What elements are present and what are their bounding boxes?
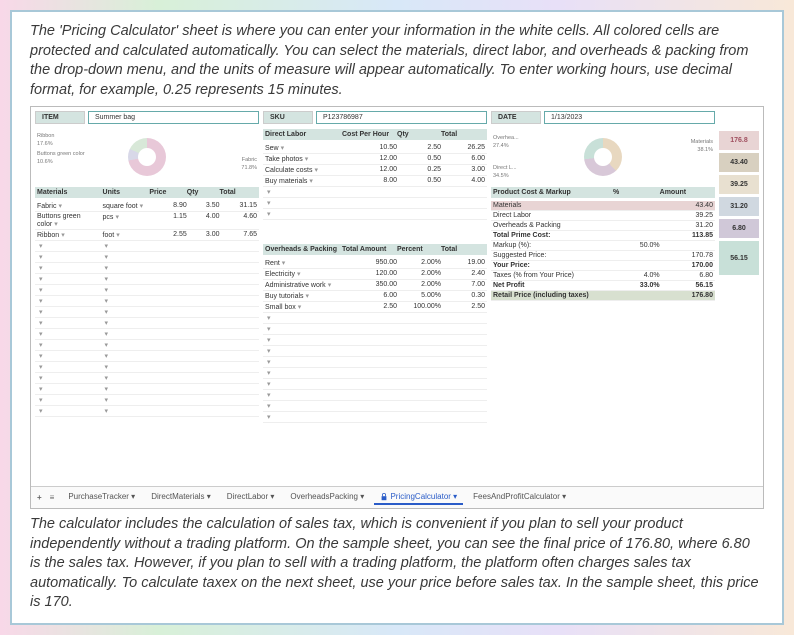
- table-row: Retail Price (including taxes)176.80: [491, 291, 715, 301]
- table-row: Net Profit33.0%56.15: [491, 281, 715, 291]
- sku-input[interactable]: P123786987: [316, 111, 487, 124]
- all-sheets-button[interactable]: ≡: [50, 493, 55, 502]
- table-row[interactable]: Administrative work350.002.00%7.00: [263, 280, 487, 291]
- markup-rows: Materials43.40Direct Labor39.25Overheads…: [491, 201, 715, 301]
- sheet-tabs: + ≡ PurchaseTracker ▾ DirectMaterials ▾ Di…: [31, 486, 763, 508]
- table-row: Your Price:170.00: [491, 261, 715, 271]
- side-labor: 39.25: [719, 175, 759, 194]
- materials-donut-chart: Ribbon 17.6% Buttons green color 10.6% F…: [35, 129, 259, 184]
- table-row: Overheads & Packing31.20: [491, 221, 715, 231]
- table-row[interactable]: Ribbonfoot2.553.007.65: [35, 230, 259, 241]
- table-row: Materials43.40: [491, 201, 715, 211]
- table-row[interactable]: Small box2.50100.00%2.50: [263, 302, 487, 313]
- lock-icon: [380, 493, 388, 501]
- materials-header: Materials Units Price Qty Total: [35, 187, 259, 198]
- table-row[interactable]: Electricity120.002.00%2.40: [263, 269, 487, 280]
- table-row[interactable]: Rent950.002.00%19.00: [263, 258, 487, 269]
- spreadsheet-screenshot: ITEM Summer bag Ribbon 17.6% Buttons gre…: [30, 106, 764, 509]
- table-row: Total Prime Cost:113.85: [491, 231, 715, 241]
- table-row: Direct Labor39.25: [491, 211, 715, 221]
- table-row[interactable]: Fabricsquare foot8.903.5031.15: [35, 201, 259, 212]
- cost-donut-chart: Overhea... 27.4% Materials 38.1% Direct …: [491, 129, 715, 184]
- col-labor-overheads: SKU P123786987 Direct Labor Cost Per Hou…: [263, 111, 487, 482]
- side-total: 176.8: [719, 131, 759, 150]
- tab-directmaterials[interactable]: DirectMaterials ▾: [145, 490, 217, 505]
- document-frame: The 'Pricing Calculator' sheet is where …: [10, 10, 784, 625]
- table-row[interactable]: Buy materials8.000.504.00: [263, 176, 487, 187]
- table-row: Markup (%):50.0%: [491, 241, 715, 251]
- tab-overheadspacking[interactable]: OverheadsPacking ▾: [284, 490, 370, 505]
- labor-rows: Sew10.502.5026.25Take photos12.000.506.0…: [263, 143, 487, 220]
- date-input[interactable]: 1/13/2023: [544, 111, 715, 124]
- table-row[interactable]: Sew10.502.5026.25: [263, 143, 487, 154]
- table-row[interactable]: Take photos12.000.506.00: [263, 154, 487, 165]
- tab-directlabor[interactable]: DirectLabor ▾: [221, 490, 281, 505]
- item-input[interactable]: Summer bag: [88, 111, 259, 124]
- date-label: DATE: [491, 111, 541, 124]
- markup-header: Product Cost & Markup % Amount: [491, 187, 715, 198]
- item-label: ITEM: [35, 111, 85, 124]
- table-row[interactable]: Buy tutorials6.005.00%0.30: [263, 291, 487, 302]
- materials-rows: Fabricsquare foot8.903.5031.15Buttons gr…: [35, 201, 259, 417]
- intro-paragraph: The 'Pricing Calculator' sheet is where …: [30, 22, 764, 100]
- outro-paragraph: The calculator includes the calculation …: [30, 515, 764, 613]
- col-materials: ITEM Summer bag Ribbon 17.6% Buttons gre…: [35, 111, 259, 482]
- side-materials: 43.40: [719, 153, 759, 172]
- side-overheads: 31.20: [719, 197, 759, 216]
- overheads-header: Overheads & Packing Total Amount Percent…: [263, 244, 487, 255]
- sku-label: SKU: [263, 111, 313, 124]
- col-markup: DATE 1/13/2023 Overhea... 27.4% Material…: [491, 111, 715, 482]
- tab-pricingcalculator[interactable]: PricingCalculator ▾: [374, 490, 463, 505]
- tab-feesandprofitcalculator[interactable]: FeesAndProfitCalculator ▾: [467, 490, 572, 505]
- tab-purchasetracker[interactable]: PurchaseTracker ▾: [62, 490, 141, 505]
- side-tax: 6.80: [719, 219, 759, 238]
- table-row: Taxes (% from Your Price)4.0%6.80: [491, 271, 715, 281]
- summary-sidebar: 176.8 43.40 39.25 31.20 6.80 56.15: [719, 111, 759, 482]
- table-row: Suggested Price:170.78: [491, 251, 715, 261]
- labor-header: Direct Labor Cost Per Hour Qty Total: [263, 129, 487, 140]
- add-sheet-button[interactable]: +: [37, 493, 42, 502]
- table-row[interactable]: Buttons green colorpcs1.154.004.60: [35, 212, 259, 230]
- side-profit: 56.15: [719, 241, 759, 275]
- overheads-rows: Rent950.002.00%19.00Electricity120.002.0…: [263, 258, 487, 423]
- table-row[interactable]: Calculate costs12.000.253.00: [263, 165, 487, 176]
